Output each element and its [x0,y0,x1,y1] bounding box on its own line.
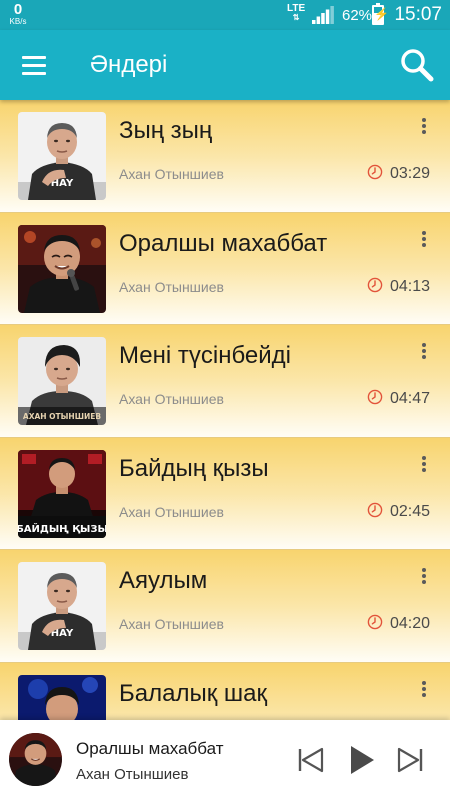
more-options-icon[interactable] [414,677,434,701]
song-title: Аяулым [119,567,208,594]
play-icon[interactable] [344,743,378,777]
now-playing-cover [9,733,62,786]
song-artist: Ахан Отыншиев [119,503,224,520]
album-cover [18,224,106,313]
song-duration: 03:29 [390,165,431,182]
clock-icon [367,277,383,292]
more-options-icon[interactable] [414,339,434,363]
song-duration: 04:13 [390,277,431,295]
signal-strength-icon [312,6,334,24]
clock-icon [367,502,383,517]
more-options-icon[interactable] [414,564,434,588]
album-cover: БАЙДЫҢ ҚЫЗЫ [18,449,106,538]
skip-next-icon[interactable] [393,743,427,777]
song-row[interactable]: БАЙДЫҢ ҚЫЗЫ Байдың қызы Ахан Отыншиев 02… [0,437,450,550]
song-row[interactable]: АХАН ОТЫНШИЕВ Мені түсінбейді Ахан Отынш… [0,325,450,438]
song-artist: Ахан Отыншиев [119,391,224,407]
song-artist: Ахан Отыншиев [119,166,224,182]
more-options-icon[interactable] [414,227,434,251]
album-cover: HAY [18,112,106,200]
song-artist: Ахан Отыншиев [119,616,224,632]
song-duration: 04:47 [390,390,431,407]
clock-icon [367,389,383,405]
now-playing-title: Оралшы махаббат [76,739,224,758]
song-row[interactable]: Оралшы махаббат Ахан Отыншиев 04:13 [0,212,450,325]
song-list[interactable]: HAY Зың зың Ахан Отыншиев 03:29 Оралшы м… [0,100,450,720]
network-speed-value: 0 [13,1,23,18]
clock-icon [367,164,383,180]
album-cover-text: АХАН ОТЫНШИЕВ [23,412,101,421]
song-duration: 04:20 [390,615,431,632]
battery-icon: ⚡ [372,3,389,25]
skip-previous-icon[interactable] [294,743,328,777]
song-row[interactable]: Балалық шақ [0,662,450,720]
status-bar: 0 KB/s LTE ⇅ 62% ⚡ 15:07 [0,0,450,30]
song-title: Балалық шақ [119,679,267,707]
album-cover [18,674,106,720]
network-speed: 0 KB/s [6,2,30,26]
more-options-icon[interactable] [414,114,434,138]
song-duration: 02:45 [390,502,431,520]
network-speed-unit: KB/s [9,17,27,26]
song-title: Зың зың [119,117,213,144]
song-row[interactable]: HAY Зың зың Ахан Отыншиев 03:29 [0,100,450,213]
song-title: Оралшы махаббат [119,229,328,257]
song-title: Мені түсінбейді [119,342,292,369]
data-activity-icon: ⇅ [292,13,300,22]
search-icon[interactable] [398,46,436,84]
charging-bolt-icon: ⚡ [374,7,389,21]
album-cover: HAY [18,562,106,650]
clock-icon [367,614,383,630]
app-bar: Әндері [0,30,450,100]
album-cover: АХАН ОТЫНШИЕВ [18,337,106,425]
page-title: Әндері [90,51,168,78]
now-playing-bar[interactable]: Оралшы махаббат Ахан Отыншиев [0,720,450,800]
song-artist: Ахан Отыншиев [119,278,224,295]
song-row[interactable]: HAY Аяулым Ахан Отыншиев 04:20 [0,550,450,663]
album-cover-text: БАЙДЫҢ ҚЫЗЫ [18,522,106,535]
more-options-icon[interactable] [414,452,434,476]
song-title: Байдың қызы [119,454,269,482]
network-type: LTE ⇅ [287,4,305,22]
clock-time: 15:07 [394,4,442,25]
now-playing-artist: Ахан Отыншиев [76,766,189,783]
hamburger-menu-icon[interactable] [14,47,54,83]
battery-percent: 62% [342,7,373,24]
